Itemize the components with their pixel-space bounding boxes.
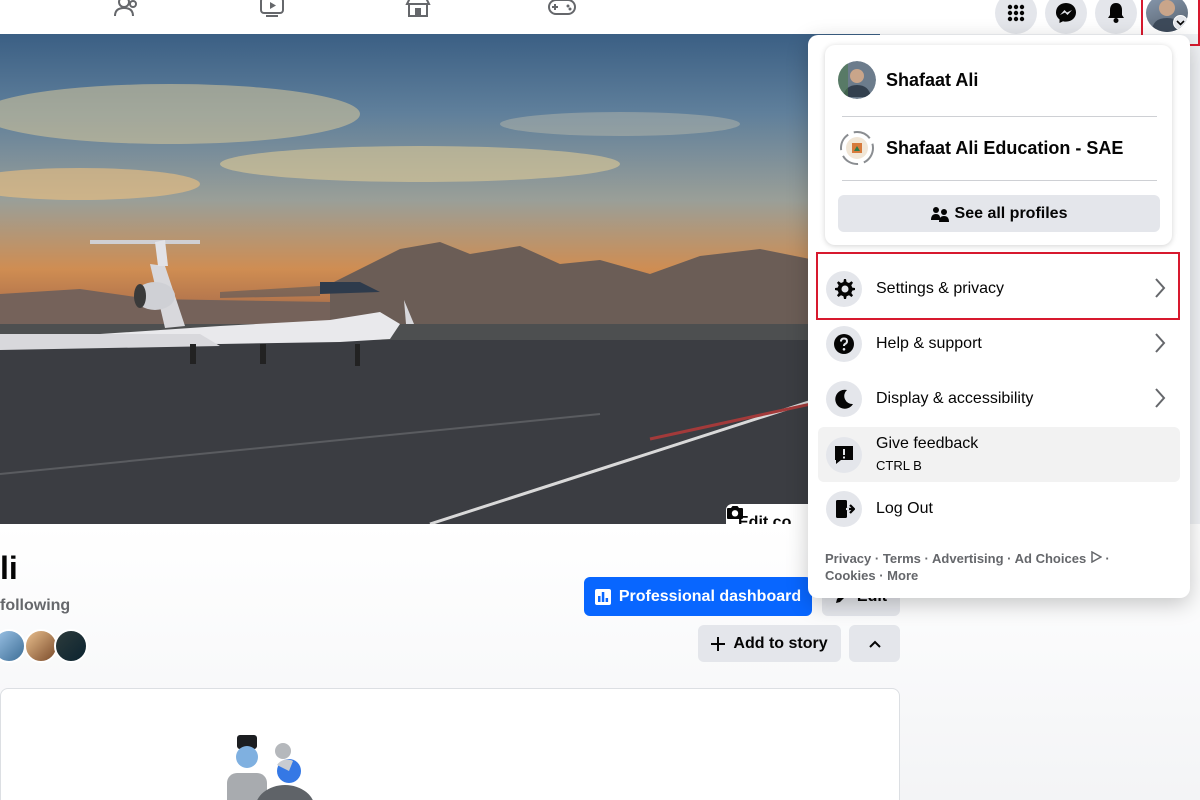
- friends-nav-icon[interactable]: [112, 0, 142, 20]
- chevron-right-icon: [1155, 333, 1166, 353]
- plus-icon: [711, 636, 726, 651]
- highlight-box-settings: [816, 252, 1180, 320]
- menu-item-display-accessibility[interactable]: Display & accessibility: [818, 372, 1180, 426]
- gaming-nav-icon[interactable]: [547, 0, 577, 20]
- profile-name: li: [0, 550, 18, 586]
- profile-item-shafaat-ali[interactable]: Shafaat Ali: [838, 61, 978, 99]
- messenger-icon: [1056, 3, 1076, 23]
- feedback-icon: [826, 436, 862, 473]
- chevron-up-icon: [868, 640, 881, 648]
- see-all-profiles-label: See all profiles: [954, 204, 1068, 222]
- menu-item-help-support[interactable]: Help & support: [818, 317, 1180, 371]
- divider: [842, 116, 1157, 117]
- footer-link-terms[interactable]: Terms: [883, 551, 921, 566]
- people-illustration-icon: [227, 735, 313, 800]
- footer-link-advertising[interactable]: Advertising: [932, 551, 1004, 566]
- help-support-label: Help & support: [876, 335, 982, 352]
- collapse-button[interactable]: [849, 625, 900, 662]
- footer-link-cookies[interactable]: Cookies: [825, 568, 876, 583]
- top-navigation-bar: [0, 0, 1200, 46]
- professional-dashboard-button[interactable]: Professional dashboard: [584, 577, 812, 616]
- following-count[interactable]: following: [0, 597, 70, 615]
- add-to-story-label: Add to story: [733, 634, 828, 652]
- give-feedback-shortcut: CTRL B: [876, 458, 922, 473]
- footer-link-ad-choices[interactable]: Ad Choices: [1014, 550, 1103, 566]
- give-feedback-label: Give feedback: [876, 435, 979, 452]
- ad-choices-icon: [1091, 550, 1103, 564]
- footer-separator: ·: [874, 551, 880, 566]
- display-accessibility-label: Display & accessibility: [876, 390, 1034, 407]
- logout-icon: [826, 491, 862, 527]
- messenger-button[interactable]: [1045, 0, 1087, 34]
- menu-footer-links: Privacy · Terms · Advertising · Ad Choic…: [825, 550, 1145, 584]
- add-to-story-button[interactable]: Add to story: [698, 625, 841, 662]
- moon-icon: [826, 381, 862, 417]
- footer-separator: ·: [1105, 551, 1110, 566]
- switch-profiles-icon: [930, 206, 949, 222]
- footer-link-more[interactable]: More: [887, 568, 918, 583]
- avatar: [838, 61, 876, 99]
- menu-grid-button[interactable]: [995, 0, 1037, 34]
- edit-cover-label: Edit co: [738, 514, 792, 524]
- log-out-label: Log Out: [876, 500, 933, 517]
- professional-dashboard-label: Professional dashboard: [618, 587, 802, 605]
- notifications-button[interactable]: [1095, 0, 1137, 34]
- friend-avatar[interactable]: [54, 629, 88, 663]
- footer-separator: ·: [1007, 551, 1012, 566]
- profile-name-label: Shafaat Ali: [886, 69, 979, 90]
- page-switch-avatar: [840, 131, 874, 165]
- footer-link-privacy[interactable]: Privacy: [825, 551, 871, 566]
- menu-item-log-out[interactable]: Log Out: [818, 482, 1180, 536]
- divider: [842, 180, 1157, 181]
- bell-icon: [1108, 3, 1124, 23]
- camera-icon: [727, 506, 743, 519]
- profile-content-card: [0, 688, 900, 800]
- footer-separator: ·: [924, 551, 929, 566]
- profile-item-sae-page[interactable]: Shafaat Ali Education - SAE: [838, 129, 1123, 167]
- chevron-right-icon: [1155, 388, 1166, 408]
- footer-separator: ·: [879, 568, 884, 583]
- ad-choices-label: Ad Choices: [1014, 551, 1087, 566]
- see-all-profiles-button[interactable]: See all profiles: [838, 195, 1160, 232]
- menu-item-give-feedback[interactable]: Give feedback CTRL B: [818, 427, 1180, 482]
- video-nav-icon[interactable]: [257, 0, 287, 20]
- question-icon: [826, 326, 862, 362]
- bar-chart-icon: [594, 588, 611, 605]
- friend-avatar[interactable]: [24, 629, 58, 663]
- grid-icon: [1007, 4, 1025, 22]
- profile-name-label: Shafaat Ali Education - SAE: [886, 137, 1124, 158]
- cover-photo: Edit co: [0, 34, 880, 524]
- marketplace-nav-icon[interactable]: [403, 0, 433, 20]
